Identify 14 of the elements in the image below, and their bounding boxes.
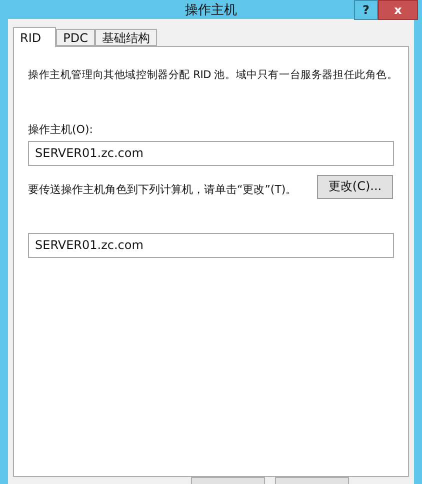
window-title: 操作主机: [185, 2, 237, 18]
field-label: 操作主机(O):: [28, 122, 94, 137]
tab[interactable]: PDC: [56, 29, 95, 46]
close-button[interactable]: x: [378, 0, 418, 20]
instruction-text: 要传送操作主机角色到下列计算机，请单击“更改”(T)。: [28, 182, 297, 198]
input-field[interactable]: SERVER01.zc.com: [28, 232, 394, 258]
description-text: 操作主机管理向其他域控制器分配 RID 池。域中只有一台服务器担任此角色。: [28, 69, 394, 83]
button[interactable]: [191, 477, 265, 484]
input-field[interactable]: SERVER01.zc.com: [28, 140, 394, 166]
button[interactable]: [275, 477, 349, 484]
tab[interactable]: 基础结构: [94, 29, 157, 46]
tab[interactable]: RID: [13, 27, 56, 47]
change-button[interactable]: 更改(C)...: [317, 174, 393, 199]
help-button[interactable]: ?: [354, 0, 378, 20]
